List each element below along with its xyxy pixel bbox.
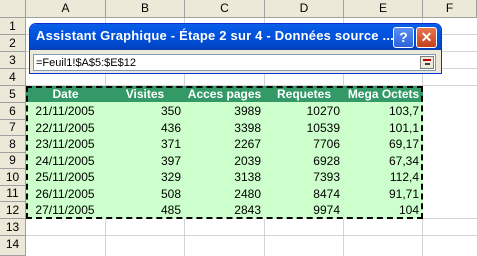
dialog-title: Assistant Graphique - Étape 2 sur 4 - Do… <box>36 28 394 43</box>
row-header-11[interactable]: 11 <box>0 186 26 202</box>
chart-wizard-dialog: Assistant Graphique - Étape 2 sur 4 - Do… <box>29 23 442 74</box>
row-header-4[interactable]: 4 <box>0 69 26 86</box>
help-button[interactable]: ? <box>393 27 414 48</box>
row-header-7[interactable]: 7 <box>0 120 26 136</box>
row-header-12[interactable]: 12 <box>0 202 26 219</box>
range-reference-field[interactable]: =Feuil1!$A$5:$E$12 <box>33 54 436 71</box>
select-all-corner[interactable] <box>0 0 26 18</box>
column-header-c[interactable]: C <box>185 0 265 18</box>
expand-dialog-button[interactable] <box>420 56 434 69</box>
range-reference-text: =Feuil1!$A$5:$E$12 <box>36 57 136 69</box>
close-button[interactable]: ✕ <box>416 27 437 48</box>
column-header-d[interactable]: D <box>265 0 344 18</box>
gridline <box>26 235 477 236</box>
row-header-9[interactable]: 9 <box>0 153 26 169</box>
row-header-14[interactable]: 14 <box>0 236 26 256</box>
row-header-3[interactable]: 3 <box>0 52 26 69</box>
row-header-5[interactable]: 5 <box>0 86 26 103</box>
expand-dialog-icon <box>423 59 431 61</box>
selection-marquee <box>26 86 423 219</box>
column-header-f[interactable]: F <box>423 0 477 18</box>
row-header-2[interactable]: 2 <box>0 35 26 52</box>
dialog-title-bar[interactable]: Assistant Graphique - Étape 2 sur 4 - Do… <box>30 24 441 50</box>
column-header-e[interactable]: E <box>344 0 423 18</box>
row-header-6[interactable]: 6 <box>0 103 26 120</box>
column-header-b[interactable]: B <box>106 0 185 18</box>
expand-dialog-icon-detail <box>425 63 430 65</box>
column-header-a[interactable]: A <box>26 0 106 18</box>
row-header-10[interactable]: 10 <box>0 169 26 186</box>
row-header-13[interactable]: 13 <box>0 219 26 236</box>
row-header-8[interactable]: 8 <box>0 136 26 153</box>
row-header-1[interactable]: 1 <box>0 18 26 35</box>
